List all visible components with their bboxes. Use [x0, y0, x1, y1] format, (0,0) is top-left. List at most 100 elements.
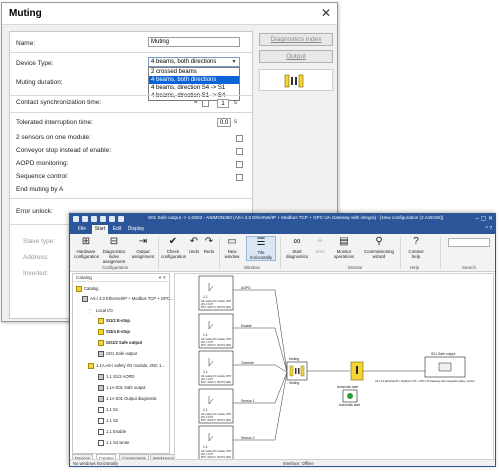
open-icon[interactable] [91, 216, 97, 222]
ribbon-tabs: File Start Edit Display ^ ? [70, 225, 495, 234]
help-icon: ? [413, 236, 419, 247]
dropdown-option[interactable]: 2 crossed beams [149, 68, 239, 76]
context-help-button[interactable]: ? Context help [406, 236, 426, 259]
new-window-button[interactable]: ▭ New window [222, 236, 242, 259]
diagram-canvas[interactable]: 1.1 AS-i safety I/O module, IP67, 2IN, 2 O… [174, 273, 494, 462]
logic-diagram: 1.1AS-i safety I/O module, IP67,2IN, 2 O… [198, 275, 475, 461]
safe-output-caption: AS-i 3.0 EtherNet/IP + Modbus TCP + OPC … [375, 379, 475, 383]
monitor-operations-button[interactable]: ▤ Monitor operations [330, 236, 358, 259]
sequence-checkbox[interactable] [236, 174, 243, 181]
tile-horizontally-button[interactable]: ☰ Tile horizontally [246, 236, 276, 261]
module-id: 1.1 [203, 370, 208, 374]
hardware-config-button[interactable]: ⊞ Hardware configuration [74, 236, 99, 259]
tree-item[interactable]: SO1 Safe output [98, 351, 137, 357]
muting-symbol [295, 368, 297, 374]
wire-label: Sensor 2 [241, 436, 255, 440]
divider [400, 237, 401, 269]
tab-start[interactable]: Start [92, 225, 108, 234]
tile-icon: ☰ [256, 237, 266, 248]
tree-item-device[interactable]: AS-i 3.0 Ethernet/IP + Modbus TCP + OPC.… [82, 296, 173, 302]
slave-type-label: Slave type: [23, 238, 56, 245]
tree-item[interactable]: SI3/4 E-stop [98, 329, 130, 335]
start-diagnostics-button[interactable]: ∞ Start diagnostics [283, 236, 311, 259]
muting-symbol [259, 69, 333, 91]
tree-item[interactable]: 1.1 S2 [98, 418, 118, 424]
redo-icon: ↷ [204, 236, 214, 247]
close-icon[interactable]: ✕ [321, 6, 331, 20]
wire-label: Enable [241, 324, 252, 328]
ribbon: ⊞ Hardware configuration ⊟ Diagnostics ind… [70, 234, 495, 272]
tree-item[interactable]: SO1/2 Safe output [98, 340, 142, 346]
save-icon[interactable] [100, 216, 106, 222]
gateway-icon [82, 296, 88, 302]
device-type-label: Device Type: [16, 60, 54, 67]
tab-file[interactable]: File [74, 225, 90, 234]
pin-icon[interactable]: ▾ ✕ [159, 275, 166, 281]
diagnostics-index-button[interactable]: Diagnostics index [259, 33, 333, 46]
redo-icon[interactable] [118, 216, 124, 222]
tree-item[interactable]: 1.1 S4 wrote [98, 440, 130, 446]
tolerated-interruption-label: Tolerated interruption time: [16, 119, 93, 126]
status-bar: No windows horizontally Interface: Offli… [70, 459, 495, 466]
window-controls[interactable]: – ▢ ✕ [476, 215, 493, 222]
wire-label: AOPD [241, 286, 251, 290]
muting-label: Muting [289, 357, 299, 361]
device-type-select[interactable]: 4 beams, both directions ▼ [148, 57, 240, 67]
undo-icon[interactable] [109, 216, 115, 222]
module-desc: IP67, 3OUT/2, 3OUT/2 (Mit) [201, 344, 231, 347]
group-help: Help [410, 265, 420, 270]
conveyor-stop-checkbox[interactable] [236, 148, 243, 155]
name-field[interactable]: Muting [148, 37, 240, 47]
auto-start-label: Automatic start [337, 385, 358, 389]
contact-sync-input[interactable]: 1 [217, 99, 229, 108]
module-id: 1.1 [203, 295, 208, 299]
tab-display[interactable]: Display [126, 225, 146, 234]
module-desc: IP67, 3OUT/2, 3OUT/2 (Mit) [201, 306, 231, 309]
ribbon-minimize-icon[interactable]: ^ ? [485, 226, 492, 232]
tree-item[interactable]: 1.1 S1 [98, 407, 118, 413]
aopd-checkbox[interactable] [236, 161, 243, 168]
tree-item-catalog[interactable]: Catalog [76, 286, 98, 292]
redo-button[interactable]: ↷ Redo [202, 236, 216, 254]
hardware-icon: ⊞ [81, 236, 91, 247]
signal-icon [98, 374, 104, 380]
start-button[interactable]: + Start [313, 236, 327, 254]
signal-icon [98, 418, 104, 424]
check-config-button[interactable]: ✔ Check configuration [161, 236, 186, 259]
commissioning-button[interactable]: ⚲ Commissioning wizard [362, 236, 396, 259]
output-button[interactable]: Output [259, 50, 333, 63]
muting-duration-label: Muting duration: [16, 79, 63, 86]
module-id: 1.1 [203, 408, 208, 412]
tolerated-interruption-input[interactable]: 0.0 [217, 118, 231, 127]
tree-item[interactable]: 1.1A S01 Safe output [98, 385, 146, 391]
auto-start-symbol [356, 366, 358, 374]
new-icon[interactable] [82, 216, 88, 222]
tree-item[interactable]: 1.1A S01 Output diagnostic [98, 396, 157, 402]
diagnostics-assign-button[interactable]: ⊟ Diagnostics index assignment [100, 236, 128, 264]
glasses-icon: ∞ [293, 236, 301, 247]
window-icon: ▭ [227, 236, 237, 247]
tab-edit[interactable]: Edit [110, 225, 124, 234]
module-icon [88, 363, 94, 369]
muting-symbol [300, 365, 305, 377]
dropdown-option[interactable]: 4 beams, direction S4 -> S1 [149, 84, 239, 92]
tree-item[interactable]: 1.1 S1/2 AOPD [98, 374, 134, 380]
auto-start-caption: - Automatic start [337, 403, 360, 407]
tree-item-local-io[interactable]: ⋮ Local I/O [88, 308, 113, 314]
undo-icon: ↶ [189, 236, 199, 247]
error-unlock-label: Error unlock: [16, 208, 53, 215]
tree-item[interactable]: 1.1 Enable [98, 429, 126, 435]
chevron-down-icon[interactable]: ▼ [230, 58, 238, 66]
two-sensors-checkbox[interactable] [236, 135, 243, 142]
two-sensors-label: 2 sensors on one module: [16, 134, 91, 141]
tree-item-module[interactable]: 1.1A AS-i safety I/O module, 2NC 1... [88, 363, 165, 369]
dropdown-option-selected[interactable]: 4 beams, both directions [149, 76, 239, 84]
output-assign-button[interactable]: ⇥ Output assignment [130, 236, 156, 259]
module-icon [98, 329, 104, 335]
tree-item[interactable]: SI1/2 E-stop [98, 318, 130, 324]
safe-output-label: S01 Safe output [431, 352, 455, 356]
search-input[interactable] [448, 238, 490, 247]
contact-sync-checkbox[interactable] [202, 100, 209, 107]
undo-button[interactable]: ↶ Undo [187, 236, 201, 254]
conveyor-stop-label: Conveyor stop instead of enable: [16, 147, 112, 154]
